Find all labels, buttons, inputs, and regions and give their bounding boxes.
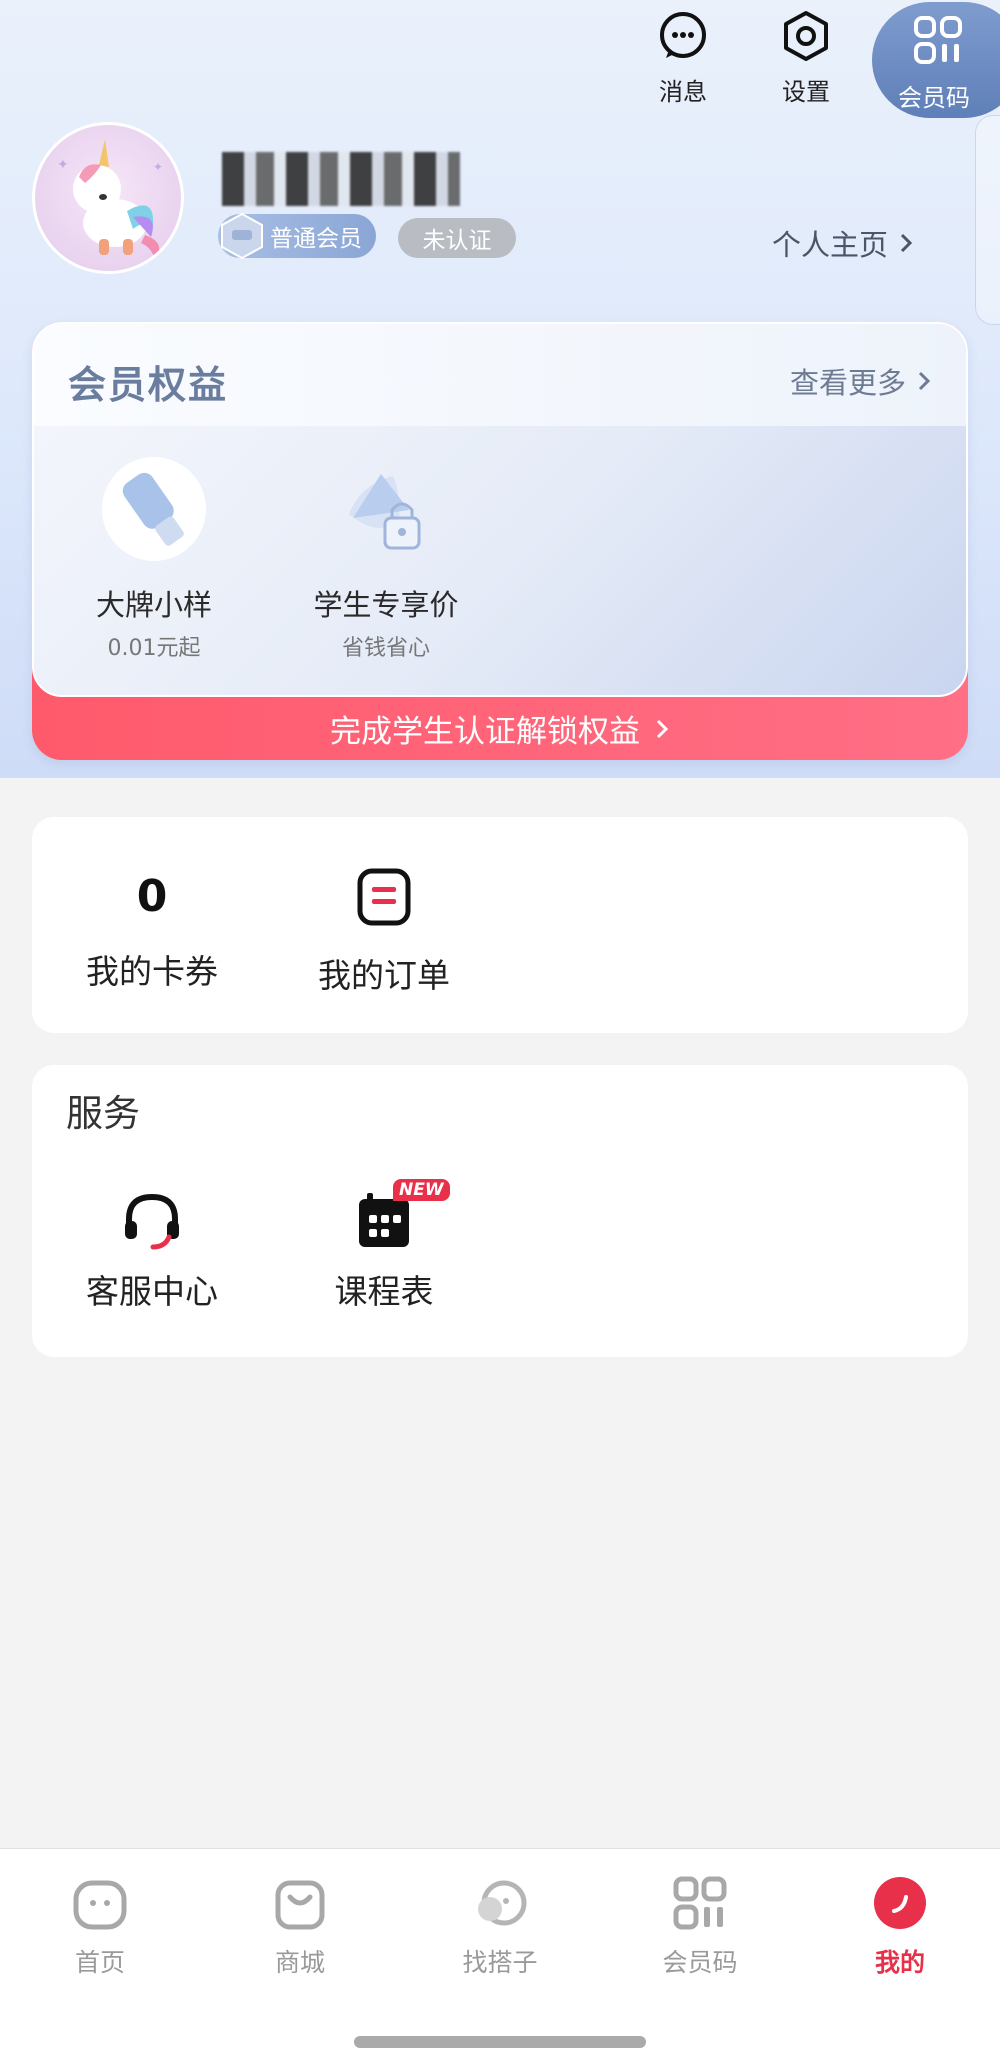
gear-icon [784,11,828,61]
coupons-label: 我的卡券 [86,952,218,991]
chevron-right-icon [900,233,913,253]
partner-icon [478,1880,527,1926]
benefits-title: 会员权益 [68,363,229,407]
course-schedule-entry[interactable]: NEW 课程表 [289,1179,479,1313]
benefit-item-student-price[interactable]: 学生专享价 省钱省心 [296,454,476,662]
benefits-panel: 会员权益 查看更多 大牌小样 0.01元起 学生专享价 省钱省心 [32,322,968,697]
shopping-bag-icon [275,1880,325,1930]
tab-home[interactable]: 首页 [40,1875,160,1979]
settings-button[interactable]: 设置 [756,10,856,107]
benefit-subtitle: 省钱省心 [341,636,430,661]
messages-button[interactable]: 消息 [633,10,733,107]
benefit-item-samples[interactable]: 大牌小样 0.01元起 [64,454,244,662]
username-redacted [222,152,460,206]
member-code-icon [673,1876,727,1930]
member-level-badge[interactable]: 普通会员 [218,212,376,260]
member-benefits-card: 会员权益 查看更多 大牌小样 0.01元起 学生专享价 省钱省心 完成学生认证解… [32,322,968,760]
student-verification-cta[interactable]: 完成学生认证解锁权益 [32,697,968,760]
tab-label: 会员码 [662,1948,738,1977]
avatar[interactable]: ✦ ✦ [32,122,184,274]
chat-bubble-icon [660,12,706,58]
student-verification-cta-label: 完成学生认证解锁权益 [330,714,640,750]
member-code-label: 会员码 [898,84,970,112]
customer-service-entry[interactable]: 客服中心 [57,1185,247,1313]
my-coupons-entry[interactable]: 0 我的卡券 [57,867,247,993]
chevron-right-icon [656,719,669,738]
member-level-label: 普通会员 [270,226,362,252]
member-code-button[interactable]: 会员码 [872,2,1000,118]
student-cap-lock-icon [349,474,421,550]
home-icon [73,1880,127,1930]
headset-icon [125,1193,179,1250]
benefits-more-label: 查看更多 [789,366,906,400]
unicorn-avatar-icon: ✦ ✦ [57,139,163,259]
svg-text:✦: ✦ [57,157,69,173]
benefit-subtitle: 0.01元起 [107,636,201,661]
verification-status-badge[interactable]: 未认证 [398,218,516,258]
tab-profile[interactable]: 我的 [840,1875,960,1979]
personal-homepage-label: 个人主页 [772,228,889,262]
tab-member-code[interactable]: 会员码 [640,1875,760,1979]
course-schedule-label: 课程表 [334,1272,434,1311]
member-hexagon-icon [221,212,263,260]
customer-service-label: 客服中心 [86,1272,218,1311]
floating-side-handle[interactable] [975,115,1000,325]
services-card: 服务 客服中心 NEW 课程表 [32,1065,968,1357]
tab-find-partner[interactable]: 找搭子 [440,1875,560,1979]
tab-mall[interactable]: 商城 [240,1875,360,1979]
tab-label: 首页 [74,1948,125,1977]
home-indicator[interactable] [354,2036,646,2048]
benefit-title: 大牌小样 [95,588,212,622]
new-badge: NEW [393,1179,450,1201]
order-list-icon [357,868,411,926]
tab-label: 找搭子 [462,1948,538,1977]
chevron-right-icon [918,371,931,391]
svg-text:✦: ✦ [153,160,163,174]
services-title: 服务 [66,1092,140,1135]
qr-grid-icon [914,16,962,64]
benefit-title: 学生专享价 [313,588,459,622]
orders-label: 我的订单 [318,956,450,995]
benefits-more-link[interactable]: 查看更多 [790,360,932,402]
settings-label: 设置 [782,78,830,106]
profile-icon [874,1877,926,1929]
coupons-count: 0 [136,871,168,922]
bottom-tab-bar: 首页 商城 找搭子 会员码 我的 [0,1848,1000,2065]
sample-bottle-icon [102,457,206,561]
messages-label: 消息 [659,78,707,106]
personal-homepage-link[interactable]: 个人主页 [772,222,914,264]
quick-entries-card: 0 我的卡券 我的订单 [32,817,968,1033]
my-orders-entry[interactable]: 我的订单 [289,867,479,997]
tab-label: 我的 [874,1948,925,1977]
tab-label: 商城 [274,1948,325,1977]
